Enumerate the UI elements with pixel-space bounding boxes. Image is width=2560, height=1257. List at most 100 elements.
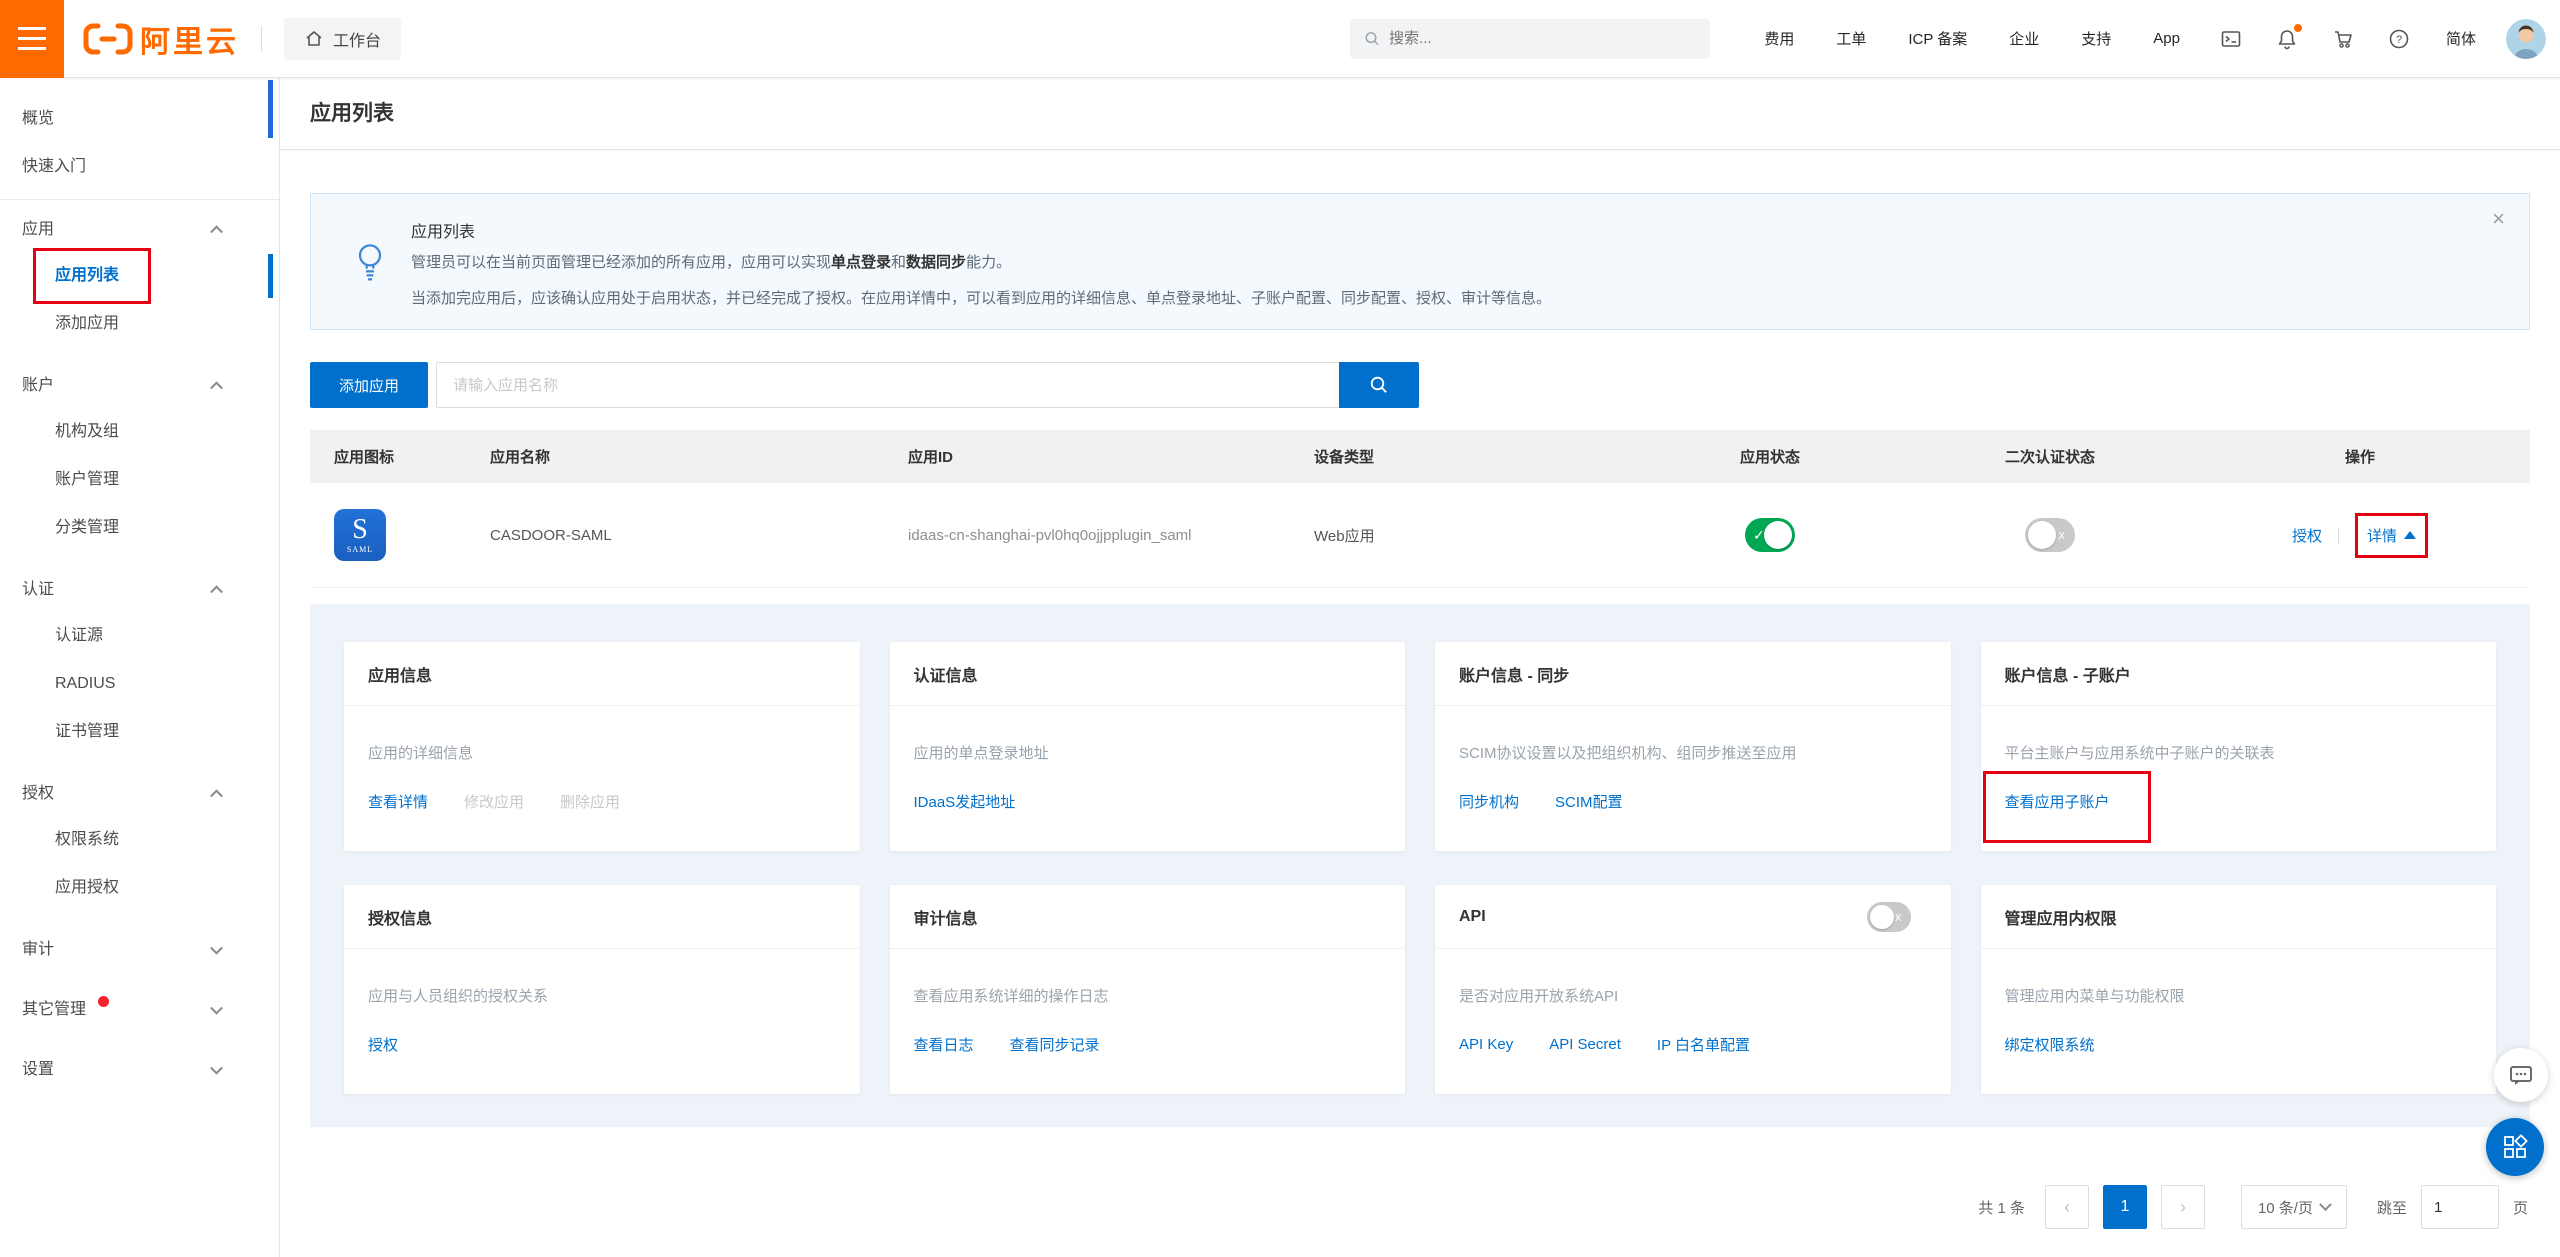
app-grid-icon — [2501, 1133, 2529, 1161]
sidebar-group-settings[interactable]: 设置 — [0, 1048, 279, 1092]
sidebar-item-radius[interactable]: RADIUS — [0, 660, 279, 708]
sync-org-link[interactable]: 同步机构 — [1459, 791, 1519, 812]
language-switch[interactable]: 简体 — [2446, 28, 2476, 49]
sidebar-group-other-mgmt[interactable]: 其它管理 — [0, 988, 279, 1032]
add-app-button[interactable]: 添加应用 — [310, 362, 428, 408]
search-button[interactable] — [1339, 362, 1419, 408]
col-device-type: 设备类型 — [1300, 446, 1630, 467]
caret-up-icon — [2404, 531, 2416, 539]
view-details-link[interactable]: 查看详情 — [368, 791, 428, 812]
jump-to-input[interactable] — [2421, 1185, 2499, 1229]
main-content: 应用列表 应用列表 管理员可以在当前页面管理已经添加的所有应用，应用可以实现单点… — [280, 78, 2560, 1257]
col-second-auth-status: 二次认证状态 — [1910, 446, 2190, 467]
sidebar-group-authorization[interactable]: 授权 — [0, 772, 279, 816]
bind-permission-system-link[interactable]: 绑定权限系统 — [2005, 1034, 2095, 1055]
sidebar-group-account[interactable]: 账户 — [0, 364, 279, 408]
sidebar-item-permission-systems[interactable]: 权限系统 — [0, 816, 279, 864]
active-item-indicator — [268, 254, 273, 298]
view-sub-accounts-link[interactable]: 查看应用子账户 — [2005, 791, 2110, 812]
api-key-link[interactable]: API Key — [1459, 1036, 1513, 1053]
close-icon[interactable]: × — [2486, 202, 2511, 236]
sidebar-item-add-app[interactable]: 添加应用 — [0, 300, 279, 348]
chevron-down-icon — [210, 942, 223, 955]
avatar-image — [2506, 19, 2546, 59]
help-button[interactable]: ? — [2388, 28, 2410, 50]
idaas-sso-url-link[interactable]: IDaaS发起地址 — [914, 791, 1016, 812]
nav-tickets[interactable]: 工单 — [1836, 28, 1866, 49]
app-search-input[interactable] — [436, 362, 1339, 408]
app-table: 应用图标 应用名称 应用ID 设备类型 应用状态 二次认证状态 操作 S SAM… — [310, 430, 2530, 1127]
banner-line-2: 当添加完应用后，应该确认应用处于启用状态，并已经完成了授权。在应用详情中，可以看… — [411, 284, 2469, 314]
global-search-input[interactable] — [1389, 30, 1696, 47]
topbar-icons: ? — [2220, 28, 2410, 50]
chevron-up-icon — [210, 225, 223, 238]
divider — [2338, 527, 2339, 543]
current-page[interactable]: 1 — [2103, 1185, 2147, 1229]
view-logs-link[interactable]: 查看日志 — [914, 1034, 974, 1055]
app-switcher-button[interactable] — [2486, 1118, 2544, 1176]
sidebar-item-app-list[interactable]: 应用列表 — [0, 252, 279, 300]
user-avatar[interactable] — [2506, 19, 2546, 59]
feedback-chat-button[interactable] — [2494, 1048, 2548, 1102]
chevron-down-icon — [210, 1062, 223, 1075]
svg-text:?: ? — [2396, 34, 2402, 46]
api-toggle[interactable]: x — [1867, 902, 1911, 932]
sidebar-item-account-mgmt[interactable]: 账户管理 — [0, 456, 279, 504]
chat-icon — [2508, 1062, 2534, 1088]
cell-device-type: Web应用 — [1300, 525, 1630, 546]
cart-button[interactable] — [2332, 28, 2354, 50]
sidebar-group-audit[interactable]: 审计 — [0, 928, 279, 972]
chevron-down-icon — [2319, 1198, 2332, 1211]
notifications-button[interactable] — [2276, 28, 2298, 50]
sidebar-group-application[interactable]: 应用 — [0, 208, 279, 252]
divider — [0, 199, 279, 200]
card-sub-accounts: 账户信息 - 子账户 平台主账户与应用系统中子账户的关联表 查看应用子账户 — [1981, 642, 2497, 851]
nav-billing[interactable]: 费用 — [1764, 28, 1794, 49]
app-detail-panel: 应用信息 应用的详细信息 查看详情 修改应用 删除应用 — [310, 604, 2530, 1127]
card-in-app-permissions: 管理应用内权限 管理应用内菜单与功能权限 绑定权限系统 — [1981, 885, 2497, 1094]
prev-page-button[interactable]: ‹ — [2045, 1185, 2089, 1229]
nav-app[interactable]: App — [2153, 30, 2180, 47]
pagination: 共 1 条 ‹ 1 › 10 条/页 跳至 页 — [310, 1185, 2530, 1229]
search-icon — [1369, 375, 1389, 395]
nav-support[interactable]: 支持 — [2081, 28, 2111, 49]
detail-action[interactable]: 详情 — [2355, 513, 2428, 558]
sidebar-item-overview[interactable]: 概览 — [0, 95, 279, 143]
sidebar-item-cert-mgmt[interactable]: 证书管理 — [0, 708, 279, 756]
table-header: 应用图标 应用名称 应用ID 设备类型 应用状态 二次认证状态 操作 — [310, 430, 2530, 483]
sidebar-item-quick-start[interactable]: 快速入门 — [0, 143, 279, 191]
sidebar-item-org-groups[interactable]: 机构及组 — [0, 408, 279, 456]
sidebar-item-app-authorization[interactable]: 应用授权 — [0, 864, 279, 912]
hamburger-menu-button[interactable] — [0, 0, 64, 78]
help-icon: ? — [2388, 28, 2410, 50]
authorize-link[interactable]: 授权 — [368, 1034, 398, 1055]
total-count: 共 1 条 — [1978, 1197, 2025, 1218]
modify-app-link: 修改应用 — [464, 791, 524, 812]
view-sync-records-link[interactable]: 查看同步记录 — [1010, 1034, 1100, 1055]
card-account-sync: 账户信息 - 同步 SCIM协议设置以及把组织机构、组同步推送至应用 同步机构 … — [1435, 642, 1951, 851]
ip-whitelist-link[interactable]: IP 白名单配置 — [1657, 1034, 1750, 1055]
sidebar-item-category-mgmt[interactable]: 分类管理 — [0, 504, 279, 552]
second-auth-toggle[interactable]: x — [2025, 518, 2075, 552]
sidebar-scrollbar-thumb[interactable] — [268, 80, 273, 138]
scim-config-link[interactable]: SCIM配置 — [1555, 791, 1623, 812]
page-size-select[interactable]: 10 条/页 — [2241, 1185, 2347, 1229]
cloud-shell-button[interactable] — [2220, 28, 2242, 50]
jump-to-label: 跳至 — [2377, 1197, 2407, 1218]
sidebar-item-auth-sources[interactable]: 认证源 — [0, 612, 279, 660]
chevron-up-icon — [210, 381, 223, 394]
api-secret-link[interactable]: API Secret — [1549, 1036, 1621, 1053]
next-page-button[interactable]: › — [2161, 1185, 2205, 1229]
col-app-icon: 应用图标 — [310, 446, 480, 467]
nav-icp[interactable]: ICP 备案 — [1908, 28, 1967, 49]
global-search-box[interactable] — [1350, 19, 1710, 59]
card-api: API x 是否对应用开放系统API API Key API — [1435, 885, 1951, 1094]
workbench-button[interactable]: 工作台 — [284, 18, 401, 60]
authorize-action[interactable]: 授权 — [2292, 525, 2322, 546]
topbar-nav: 费用 工单 ICP 备案 企业 支持 App — [1764, 28, 2180, 49]
nav-enterprise[interactable]: 企业 — [2009, 28, 2039, 49]
app-status-toggle[interactable]: ✓ — [1745, 518, 1795, 552]
cart-icon — [2332, 28, 2354, 50]
sidebar-group-authentication[interactable]: 认证 — [0, 568, 279, 612]
alibaba-cloud-logo[interactable]: 阿里云 — [82, 17, 239, 61]
